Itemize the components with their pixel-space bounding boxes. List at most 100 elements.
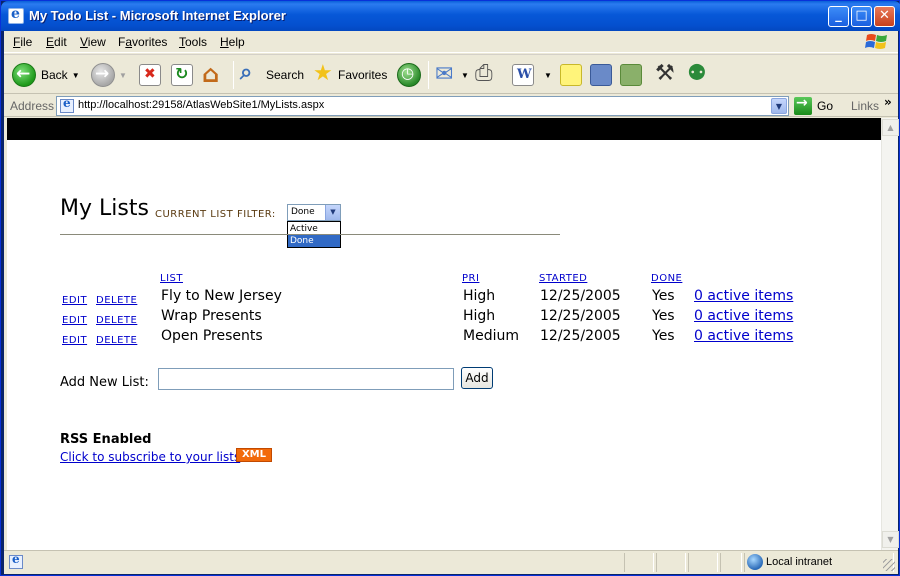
home-button[interactable] bbox=[202, 60, 224, 89]
discuss-button[interactable] bbox=[620, 61, 642, 89]
column-header-list[interactable]: LIST bbox=[160, 273, 183, 284]
go-button[interactable]: Go bbox=[794, 95, 833, 115]
active-items-link[interactable]: 0 active items bbox=[694, 288, 793, 304]
history-button[interactable] bbox=[397, 61, 421, 89]
filter-option-done[interactable]: Done bbox=[288, 235, 340, 247]
list-done: Yes bbox=[652, 308, 675, 324]
maximize-button[interactable]: □ bbox=[851, 6, 872, 27]
edit-word-button[interactable]: ▼ bbox=[512, 61, 552, 89]
filter-selected-value: Done bbox=[291, 207, 315, 217]
header-band bbox=[7, 118, 881, 140]
menu-help[interactable]: Help bbox=[220, 35, 245, 49]
menu-tools[interactable]: Tools bbox=[179, 35, 207, 49]
address-dropdown-icon[interactable]: ▼ bbox=[771, 98, 787, 114]
refresh-icon bbox=[171, 64, 193, 86]
address-input[interactable]: http://localhost:29158/AtlasWebSite1/MyL… bbox=[56, 96, 789, 116]
add-new-list-label: Add New List: bbox=[60, 375, 149, 390]
mail-button[interactable]: ▼ bbox=[435, 61, 469, 89]
forward-arrow-icon bbox=[91, 63, 115, 87]
edit-dropdown-icon[interactable]: ▼ bbox=[544, 71, 552, 80]
links-label[interactable]: Links bbox=[851, 99, 879, 113]
edit-link[interactable]: EDIT bbox=[62, 335, 87, 346]
mail-dropdown-icon[interactable]: ▼ bbox=[461, 71, 469, 80]
delete-link[interactable]: DELETE bbox=[96, 335, 137, 346]
search-button[interactable]: Search bbox=[240, 60, 304, 89]
ie-icon bbox=[8, 6, 24, 24]
list-done: Yes bbox=[652, 328, 675, 344]
forward-dropdown-icon[interactable]: ▼ bbox=[119, 71, 127, 80]
minimize-button[interactable]: _ bbox=[828, 6, 849, 27]
edit-link[interactable]: EDIT bbox=[62, 295, 87, 306]
column-header-done[interactable]: DONE bbox=[651, 273, 682, 284]
page-title: My Lists bbox=[60, 196, 149, 221]
tools-icon bbox=[654, 61, 676, 86]
page-content: My Lists CURRENT LIST FILTER: Done ▼ Act… bbox=[7, 118, 881, 550]
list-priority: Medium bbox=[463, 328, 519, 344]
address-label: Address bbox=[10, 99, 55, 113]
list-priority: High bbox=[463, 308, 496, 324]
table-row: EDIT DELETE Wrap Presents High 12/25/200… bbox=[7, 308, 881, 328]
stop-button[interactable] bbox=[139, 61, 161, 89]
menu-view[interactable]: View bbox=[80, 35, 106, 49]
list-priority: High bbox=[463, 288, 496, 304]
search-icon bbox=[240, 60, 262, 86]
menu-file[interactable]: File bbox=[13, 35, 32, 49]
status-bar: Local intranet bbox=[4, 550, 898, 574]
new-list-input[interactable] bbox=[158, 368, 454, 390]
delete-link[interactable]: DELETE bbox=[96, 315, 137, 326]
close-button[interactable]: ✕ bbox=[874, 6, 895, 27]
back-dropdown-icon[interactable]: ▼ bbox=[72, 71, 80, 80]
messenger-button[interactable] bbox=[686, 61, 708, 89]
delete-link[interactable]: DELETE bbox=[96, 295, 137, 306]
rss-title: RSS Enabled bbox=[60, 432, 152, 447]
favorites-button[interactable]: Favorites bbox=[312, 61, 387, 89]
list-started: 12/25/2005 bbox=[540, 328, 621, 344]
notes-button[interactable] bbox=[560, 61, 582, 89]
vertical-scrollbar[interactable]: ▲ ▼ bbox=[881, 118, 899, 550]
status-segment bbox=[720, 553, 742, 572]
add-button[interactable]: Add bbox=[461, 367, 493, 389]
menu-bar: File Edit View Favorites Tools Help bbox=[4, 31, 898, 53]
favorites-star-icon bbox=[312, 61, 334, 86]
tools-button[interactable] bbox=[654, 61, 676, 89]
menu-edit[interactable]: Edit bbox=[46, 35, 67, 49]
chevron-down-icon[interactable]: ▼ bbox=[325, 205, 340, 220]
print-button[interactable] bbox=[475, 61, 497, 89]
address-url[interactable]: http://localhost:29158/AtlasWebSite1/MyL… bbox=[78, 99, 324, 111]
research-button[interactable] bbox=[590, 61, 612, 89]
links-chevron-icon[interactable]: » bbox=[884, 95, 892, 109]
status-segment bbox=[624, 553, 654, 572]
table-row: EDIT DELETE Open Presents Medium 12/25/2… bbox=[7, 328, 881, 348]
xml-feed-badge[interactable]: XML bbox=[236, 448, 272, 462]
page-status-icon bbox=[9, 552, 23, 569]
column-header-started[interactable]: STARTED bbox=[539, 273, 587, 284]
menu-favorites[interactable]: Favorites bbox=[118, 35, 167, 49]
edit-link[interactable]: EDIT bbox=[62, 315, 87, 326]
refresh-button[interactable] bbox=[171, 61, 193, 89]
standard-toolbar: Back ▼ ▼ Search Favorites bbox=[4, 54, 898, 94]
forward-button[interactable]: ▼ bbox=[91, 61, 127, 89]
messenger-icon bbox=[686, 61, 708, 86]
list-name: Fly to New Jersey bbox=[161, 288, 282, 304]
list-started: 12/25/2005 bbox=[540, 288, 621, 304]
title-bar[interactable]: My Todo List - Microsoft Internet Explor… bbox=[1, 1, 900, 31]
list-filter-select[interactable]: Done ▼ bbox=[287, 204, 341, 221]
active-items-link[interactable]: 0 active items bbox=[694, 328, 793, 344]
rss-subscribe-link[interactable]: Click to subscribe to your lists bbox=[60, 450, 240, 464]
back-button[interactable]: Back ▼ bbox=[12, 61, 80, 89]
list-name: Open Presents bbox=[161, 328, 263, 344]
list-done: Yes bbox=[652, 288, 675, 304]
toolbar-separator bbox=[428, 61, 429, 89]
column-header-pri[interactable]: PRI bbox=[462, 273, 479, 284]
active-items-link[interactable]: 0 active items bbox=[694, 308, 793, 324]
table-row: EDIT DELETE Fly to New Jersey High 12/25… bbox=[7, 288, 881, 308]
intranet-globe-icon bbox=[747, 554, 763, 570]
scroll-up-icon[interactable]: ▲ bbox=[882, 119, 899, 136]
address-bar: Address http://localhost:29158/AtlasWebS… bbox=[4, 95, 898, 117]
page-icon bbox=[60, 96, 74, 113]
word-icon bbox=[512, 64, 534, 86]
resize-grip-icon[interactable] bbox=[883, 559, 895, 571]
title-divider bbox=[60, 234, 560, 235]
mail-icon bbox=[435, 62, 457, 87]
scroll-down-icon[interactable]: ▼ bbox=[882, 531, 899, 548]
